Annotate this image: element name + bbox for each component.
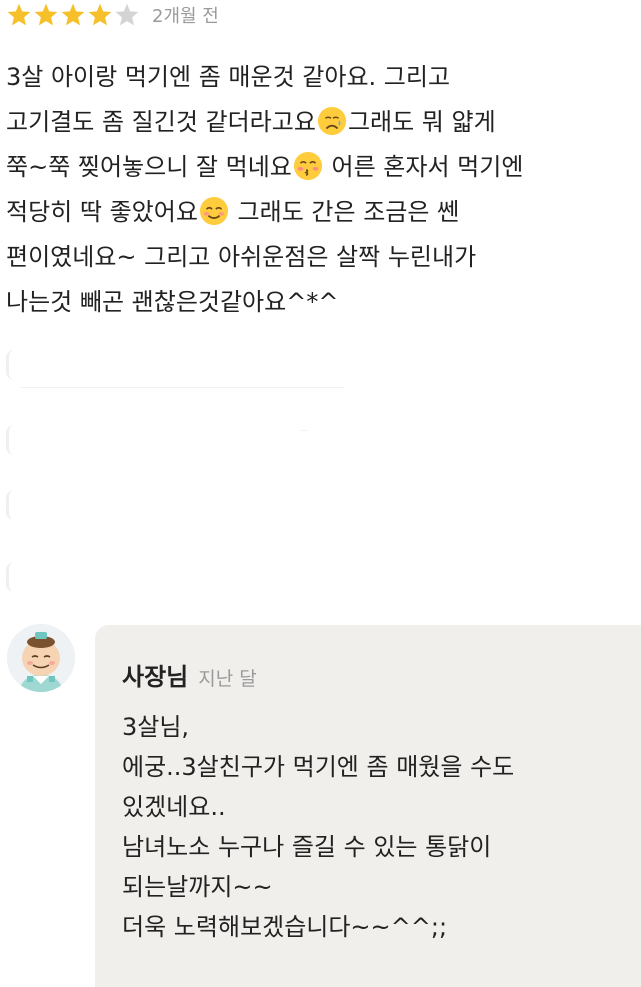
review-photo-slot-3[interactable]	[6, 490, 49, 520]
review-line-2-start: 고기결도 좀 질긴것 같더라고요	[6, 108, 316, 136]
star-filled-icon	[61, 3, 85, 26]
photo-divider	[300, 430, 308, 431]
review-line-3-start: 쭉~쭉 찢어놓으니 잘 먹네요	[6, 153, 292, 181]
review-line-4-end: 그래도 간은 조금은 쎈	[229, 198, 460, 226]
review-line-3-end: 어른 혼자서 먹기엔	[323, 153, 524, 181]
owner-reply: 사장님 지난 달 3살님, 에궁..3살친구가 먹기엔 좀 매웠을 수도 있겠네…	[95, 625, 641, 987]
reply-line: 3살님,	[122, 713, 190, 741]
review-line-3: 쭉~쭉 찢어놓으니 잘 먹네요 어른 혼자서 먹기엔	[6, 145, 636, 190]
reply-author: 사장님	[122, 663, 189, 691]
star-empty-icon	[115, 3, 139, 26]
star-filled-icon	[34, 3, 58, 26]
chef-avatar-icon	[7, 624, 75, 692]
reply-line: 에궁..3살친구가 먹기엔 좀 매웠을 수도	[122, 753, 515, 781]
review-line-5: 편이였네요~ 그리고 아쉬운점은 살짝 누린내가	[6, 243, 477, 271]
review-line-4: 적당히 딱 좋았어요 그래도 간은 조금은 쎈	[6, 190, 636, 235]
star-rating	[6, 2, 140, 28]
review-line-1: 3살 아이랑 먹기엔 좀 매운것 같아요. 그리고	[6, 63, 451, 91]
reply-line: 더욱 노력해보겠습니다~~^^;;	[122, 913, 448, 941]
review-line-6: 나는것 빼곤 괜찮은것같아요^*^	[6, 288, 339, 316]
reply-text: 3살님, 에궁..3살친구가 먹기엔 좀 매웠을 수도 있겠네요.. 남녀노소 …	[122, 707, 514, 947]
review-line-2-end: 그래도 뭐 얇게	[347, 108, 496, 136]
smiling-face-emoji-icon	[199, 196, 228, 226]
review-text: 3살 아이랑 먹기엔 좀 매운것 같아요. 그리고 고기결도 좀 질긴것 같더라…	[6, 55, 636, 325]
reply-header: 사장님 지난 달	[122, 657, 257, 692]
reply-line: 있겠네요..	[122, 793, 226, 821]
review-photo-area[interactable]	[0, 340, 360, 600]
photo-divider	[20, 387, 345, 388]
review-header: 2개월 전	[6, 0, 219, 30]
reply-line: 남녀노소 누구나 즐길 수 있는 통닭이	[122, 833, 492, 861]
review-photo-slot-1[interactable]	[6, 350, 49, 380]
star-filled-icon	[88, 3, 112, 26]
review-line-4-start: 적당히 딱 좋았어요	[6, 198, 198, 226]
kissing-face-emoji-icon	[293, 151, 322, 181]
sad-tear-face-emoji-icon	[317, 106, 346, 136]
review-photo-slot-2[interactable]	[6, 425, 49, 455]
review-photo-slot-4[interactable]	[6, 562, 49, 592]
review-line-2: 고기결도 좀 질긴것 같더라고요 그래도 뭐 얇게	[6, 100, 636, 145]
star-filled-icon	[7, 3, 31, 26]
owner-avatar[interactable]	[7, 624, 75, 692]
review-date: 2개월 전	[152, 6, 219, 27]
reply-time: 지난 달	[198, 668, 257, 690]
reply-line: 되는날까지~~	[122, 873, 273, 901]
